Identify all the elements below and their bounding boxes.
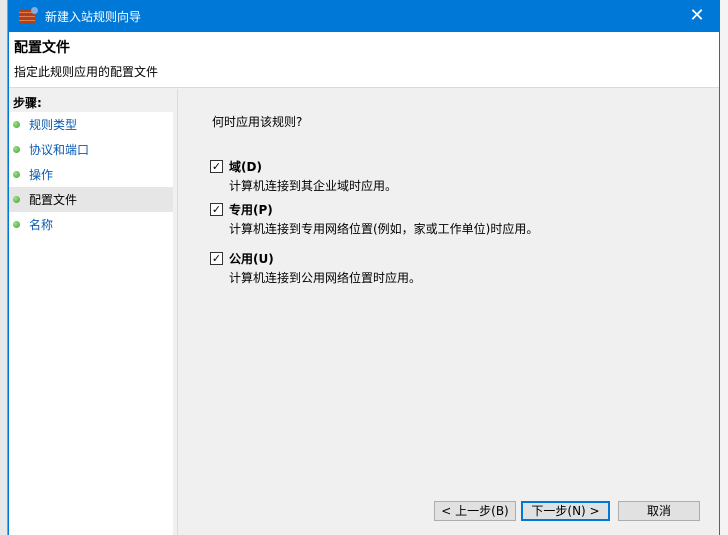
window-title: 新建入站规则向导 (45, 10, 142, 24)
step-rule-type[interactable]: 规则类型 (9, 112, 173, 137)
title-bar: 新建入站规则向导 ✕ (9, 1, 719, 32)
steps-pane: 步骤: 规则类型 协议和端口 操作 配置文件 名称 (9, 89, 173, 535)
step-action[interactable]: 操作 (9, 162, 173, 187)
step-label: 配置文件 (29, 193, 78, 207)
step-label: 操作 (29, 168, 54, 182)
question-label: 何时应用该规则? (212, 115, 303, 129)
step-protocol-port[interactable]: 协议和端口 (9, 137, 173, 162)
status-dot-icon (13, 221, 20, 228)
domain-checkbox[interactable]: ✓ (210, 160, 223, 173)
step-name[interactable]: 名称 (9, 212, 173, 237)
option-description: 计算机连接到专用网络位置(例如，家或工作单位)时应用。 (229, 222, 539, 236)
steps-heading: 步骤: (9, 89, 173, 112)
step-profile[interactable]: 配置文件 (9, 187, 173, 212)
option-label: 公用(U) (229, 252, 274, 266)
close-icon[interactable]: ✕ (685, 5, 709, 26)
option-private: ✓ 专用(P) 计算机连接到专用网络位置(例如，家或工作单位)时应用。 (210, 201, 538, 237)
cancel-button[interactable]: 取消 (618, 501, 700, 521)
option-description: 计算机连接到公用网络位置时应用。 (229, 271, 422, 285)
back-button[interactable]: < 上一步(B) (434, 501, 516, 521)
private-checkbox[interactable]: ✓ (210, 203, 223, 216)
firewall-icon (19, 6, 38, 24)
step-label: 协议和端口 (29, 143, 90, 157)
status-dot-icon (13, 171, 20, 178)
page-title: 配置文件 (14, 40, 70, 56)
public-checkbox[interactable]: ✓ (210, 252, 223, 265)
step-label: 规则类型 (29, 118, 78, 132)
option-domain: ✓ 域(D) 计算机连接到其企业域时应用。 (210, 158, 397, 194)
status-dot-icon (13, 146, 20, 153)
wizard-window: 新建入站规则向导 ✕ 配置文件 指定此规则应用的配置文件 步骤: 规则类型 协议… (8, 0, 720, 535)
main-pane: 何时应用该规则? ✓ 域(D) 计算机连接到其企业域时应用。 ✓ 专用(P) 计算机… (177, 89, 719, 535)
status-dot-icon (13, 121, 20, 128)
page-subtitle: 指定此规则应用的配置文件 (14, 65, 159, 79)
background-window-edge (720, 0, 728, 535)
option-label: 专用(P) (229, 203, 273, 217)
next-button[interactable]: 下一步(N) > (521, 501, 610, 521)
status-dot-icon (13, 196, 20, 203)
background-window (0, 0, 8, 535)
header: 配置文件 指定此规则应用的配置文件 (9, 32, 719, 88)
option-label: 域(D) (229, 160, 262, 174)
step-label: 名称 (29, 218, 54, 232)
option-public: ✓ 公用(U) 计算机连接到公用网络位置时应用。 (210, 250, 421, 286)
option-description: 计算机连接到其企业域时应用。 (229, 179, 398, 193)
